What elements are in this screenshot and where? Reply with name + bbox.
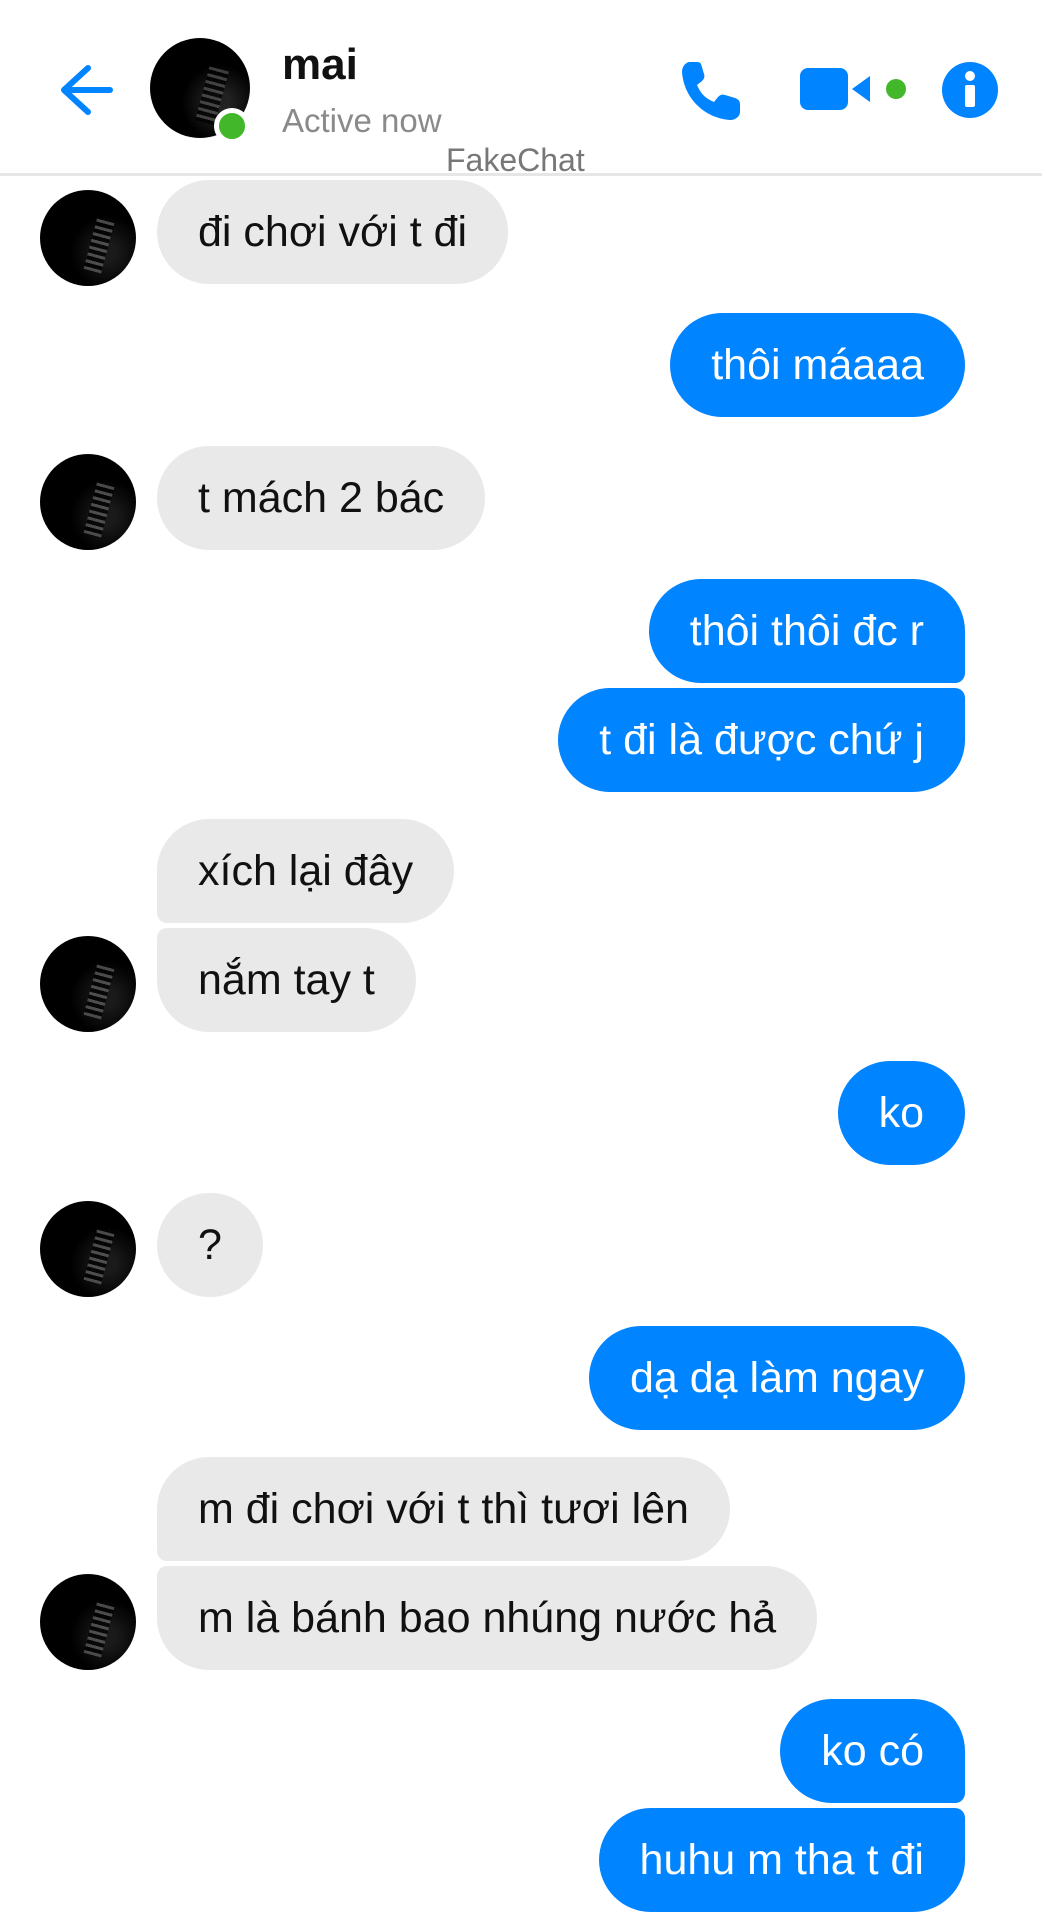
contact-avatar-small[interactable] [40,1201,136,1297]
contact-avatar-small[interactable] [40,936,136,1032]
contact-avatar-small[interactable] [40,190,136,286]
outgoing-message[interactable]: ko [837,1061,965,1165]
info-icon[interactable] [940,60,1000,120]
incoming-message[interactable]: m là bánh bao nhúng nước hả [157,1566,818,1670]
incoming-message[interactable]: m đi chơi với t thì tươi lên [157,1457,730,1561]
incoming-message[interactable]: ? [157,1193,263,1297]
contact-status: Active now [282,102,442,139]
phone-icon[interactable] [676,56,746,126]
watermark: FakeChat [446,142,585,178]
incoming-message[interactable]: nắm tay t [157,928,416,1032]
outgoing-message[interactable]: huhu m tha t đi [598,1808,965,1912]
outgoing-message[interactable]: thôi máaaa [670,313,965,417]
contact-avatar-small[interactable] [40,454,136,550]
incoming-message[interactable]: xích lại đây [157,819,455,923]
outgoing-message[interactable]: t đi là được chứ j [558,688,965,792]
outgoing-message[interactable]: ko có [780,1699,965,1803]
incoming-message[interactable]: đi chơi với t đi [157,180,509,284]
message-thread[interactable]: đi chơi với t đi thôi máaaa t mách 2 bác… [0,176,1042,1920]
outgoing-message[interactable]: thôi thôi đc r [648,579,965,683]
video-camera-icon[interactable] [800,64,910,114]
online-indicator [214,108,250,144]
contact-avatar-small[interactable] [40,1574,136,1670]
outgoing-message[interactable]: dạ dạ làm ngay [588,1326,965,1430]
incoming-message[interactable]: t mách 2 bác [157,446,486,550]
contact-name[interactable]: mai [282,40,358,90]
chat-header: mai Active now FakeChat [0,0,1042,178]
back-arrow-icon[interactable] [52,58,116,122]
